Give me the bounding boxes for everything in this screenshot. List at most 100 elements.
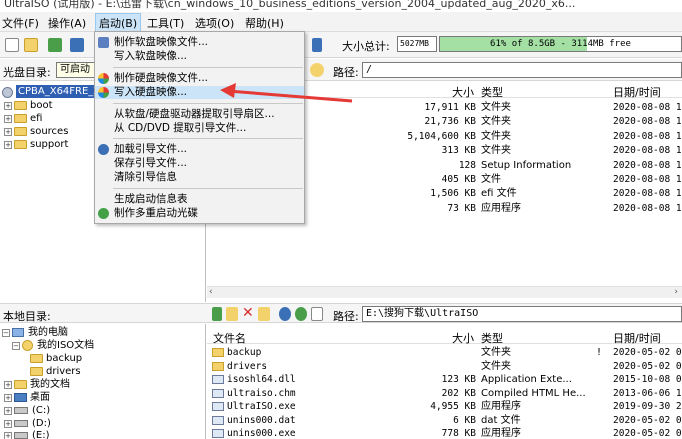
menu-item-write-harddisk-image[interactable]: 写入硬盘映像... bbox=[95, 86, 304, 99]
cell-type: 文件夹 bbox=[481, 360, 511, 372]
menu-actions[interactable]: 操作(A) bbox=[48, 15, 86, 31]
folder-icon bbox=[30, 367, 43, 376]
disc-path-label: 路径: bbox=[333, 66, 359, 79]
cell-type: 文件 bbox=[481, 174, 501, 185]
file-icon bbox=[212, 375, 224, 384]
add-icon[interactable] bbox=[212, 307, 222, 321]
save-icon[interactable] bbox=[70, 38, 84, 52]
table-row[interactable]: drivers 文件夹 2020-05-02 0 bbox=[207, 360, 682, 373]
cell-filename: UltraISO.exe bbox=[227, 401, 296, 412]
menu-item-extract-boot-file[interactable]: 从 CD/DVD 提取引导文件... bbox=[95, 122, 304, 135]
file-icon bbox=[212, 429, 224, 438]
menu-item-clear-boot-info[interactable]: 清除引导信息 bbox=[95, 171, 304, 184]
file-icon bbox=[212, 402, 224, 411]
cell-size: 405 KB bbox=[441, 174, 476, 185]
cell-filename: backup bbox=[227, 347, 262, 358]
collapse-icon[interactable]: − bbox=[12, 342, 20, 350]
menu-item-extract-boot-sector[interactable]: 从软盘/硬盘驱动器提取引导扇区... bbox=[95, 108, 304, 121]
desktop-icon bbox=[14, 393, 27, 402]
refresh-local-icon[interactable] bbox=[295, 307, 307, 321]
table-row[interactable]: backup 文件夹! 2020-05-02 0 bbox=[207, 346, 682, 359]
table-row[interactable]: ultraiso.chm 202 KB Compiled HTML He... 201… bbox=[207, 387, 682, 400]
local-path-field[interactable]: E:\搜狗下载\UltraISO bbox=[362, 306, 682, 322]
menu-separator bbox=[113, 188, 303, 189]
harddisk-icon bbox=[98, 73, 109, 84]
expand-icon[interactable]: + bbox=[4, 141, 12, 149]
collapse-icon[interactable]: − bbox=[2, 329, 10, 337]
new-icon[interactable] bbox=[5, 38, 19, 52]
table-row[interactable]: unins000.exe 778 KB 应用程序 2020-05-02 0 bbox=[207, 427, 682, 439]
cell-size: 128 bbox=[458, 159, 476, 171]
expand-icon[interactable]: + bbox=[4, 102, 12, 110]
folder-icon bbox=[14, 114, 27, 123]
cell-date: 2020-05-02 0 bbox=[613, 414, 682, 426]
burn-icon[interactable] bbox=[312, 38, 322, 52]
menu-help[interactable]: 帮助(H) bbox=[245, 15, 284, 31]
local-list-header: 文件名 大小 类型 日期/时间 bbox=[207, 328, 682, 346]
disc-type-field[interactable]: 可启动 bbox=[56, 62, 96, 78]
capacity-text: 61% of 8.5GB - 3114MB free bbox=[490, 39, 631, 49]
menu-item-make-floppy-image[interactable]: 制作软盘映像文件... bbox=[95, 36, 304, 49]
cell-date: 2019-09-30 2 bbox=[613, 401, 682, 412]
column-date[interactable]: 日期/时间 bbox=[613, 330, 661, 346]
new-folder-icon[interactable] bbox=[226, 307, 238, 321]
cell-date: 2020-08-08 1 bbox=[613, 202, 682, 214]
menu-separator bbox=[113, 67, 303, 68]
cell-date: 2020-08-08 1 bbox=[613, 159, 682, 171]
scroll-right-icon[interactable]: › bbox=[674, 287, 678, 297]
cell-date: 2020-08-08 1 bbox=[613, 102, 682, 113]
menu-item-multiboot-disc[interactable]: 制作多重启动光碟 bbox=[95, 207, 304, 220]
cell-filename: unins000.dat bbox=[227, 414, 296, 426]
menu-item-make-harddisk-image[interactable]: 制作硬盘映像文件... bbox=[95, 72, 304, 85]
column-filename[interactable]: 文件名 bbox=[213, 330, 246, 346]
capacity-bar: 61% of 8.5GB - 3114MB free bbox=[439, 36, 682, 52]
local-tree-pane: − 我的电脑 − 我的ISO文档 backup drivers + 我的文档 +… bbox=[0, 324, 206, 439]
expand-icon[interactable]: + bbox=[4, 128, 12, 136]
size-total-value: 5027MB bbox=[397, 36, 437, 52]
menu-separator bbox=[113, 103, 303, 104]
menu-boot[interactable]: 启动(B) bbox=[95, 13, 142, 33]
expand-icon[interactable]: + bbox=[4, 381, 12, 389]
title-bar: UltraISO (试用版) - E:\迅雷下载\cn_windows_10_b… bbox=[0, 0, 682, 12]
expand-icon[interactable]: + bbox=[4, 115, 12, 123]
column-type[interactable]: 类型 bbox=[481, 330, 503, 346]
expand-icon[interactable]: + bbox=[4, 407, 12, 415]
column-type[interactable]: 类型 bbox=[481, 84, 503, 100]
menu-item-save-boot-file[interactable]: 保存引导文件... bbox=[95, 157, 304, 170]
column-size[interactable]: 大小 bbox=[452, 84, 474, 100]
cell-type: 文件夹 bbox=[481, 116, 511, 128]
menu-tools[interactable]: 工具(T) bbox=[147, 15, 184, 31]
menu-options[interactable]: 选项(O) bbox=[195, 15, 234, 31]
delete-icon[interactable]: ✕ bbox=[242, 305, 254, 321]
table-row[interactable]: isoshl64.dll 123 KB Application Exte... 201… bbox=[207, 373, 682, 386]
harddisk-write-icon bbox=[98, 87, 109, 98]
gear-icon bbox=[98, 144, 109, 155]
folder-up-icon[interactable] bbox=[258, 307, 270, 321]
cell-size: 4,955 KB bbox=[430, 401, 476, 412]
column-size[interactable]: 大小 bbox=[452, 330, 474, 346]
folder-icon bbox=[14, 127, 27, 136]
column-date[interactable]: 日期/时间 bbox=[613, 84, 661, 100]
cell-flag: ! bbox=[597, 347, 602, 358]
disc-path-field[interactable]: / bbox=[362, 62, 682, 78]
cell-date: 2015-10-08 0 bbox=[613, 374, 682, 385]
scroll-left-icon[interactable]: ‹ bbox=[209, 287, 213, 297]
open-icon[interactable] bbox=[24, 38, 38, 52]
menu-item-write-floppy-image[interactable]: 写入软盘映像... bbox=[95, 50, 304, 63]
table-row[interactable]: unins000.dat 6 KB dat 文件 2020-05-02 0 bbox=[207, 414, 682, 427]
extract-icon[interactable] bbox=[48, 38, 62, 52]
menu-item-generate-boot-table[interactable]: 生成启动信息表 bbox=[95, 193, 304, 206]
cell-size: 778 KB bbox=[441, 428, 476, 439]
horizontal-scrollbar[interactable]: ‹ › bbox=[207, 286, 682, 298]
expand-icon[interactable]: + bbox=[4, 432, 12, 439]
cell-date: 2020-08-08 1 bbox=[613, 174, 682, 185]
menu-file[interactable]: 文件(F) bbox=[2, 15, 39, 31]
properties-icon[interactable] bbox=[311, 307, 323, 321]
menu-item-load-boot-file[interactable]: 加载引导文件... bbox=[95, 143, 304, 156]
refresh-icon[interactable] bbox=[310, 63, 324, 77]
expand-icon[interactable]: + bbox=[4, 420, 12, 428]
gear-icon[interactable] bbox=[279, 307, 291, 321]
table-row[interactable]: UltraISO.exe 4,955 KB 应用程序 2019-09-30 2 bbox=[207, 400, 682, 413]
window-title: UltraISO (试用版) - E:\迅雷下载\cn_windows_10_b… bbox=[4, 0, 576, 10]
expand-icon[interactable]: + bbox=[4, 394, 12, 402]
